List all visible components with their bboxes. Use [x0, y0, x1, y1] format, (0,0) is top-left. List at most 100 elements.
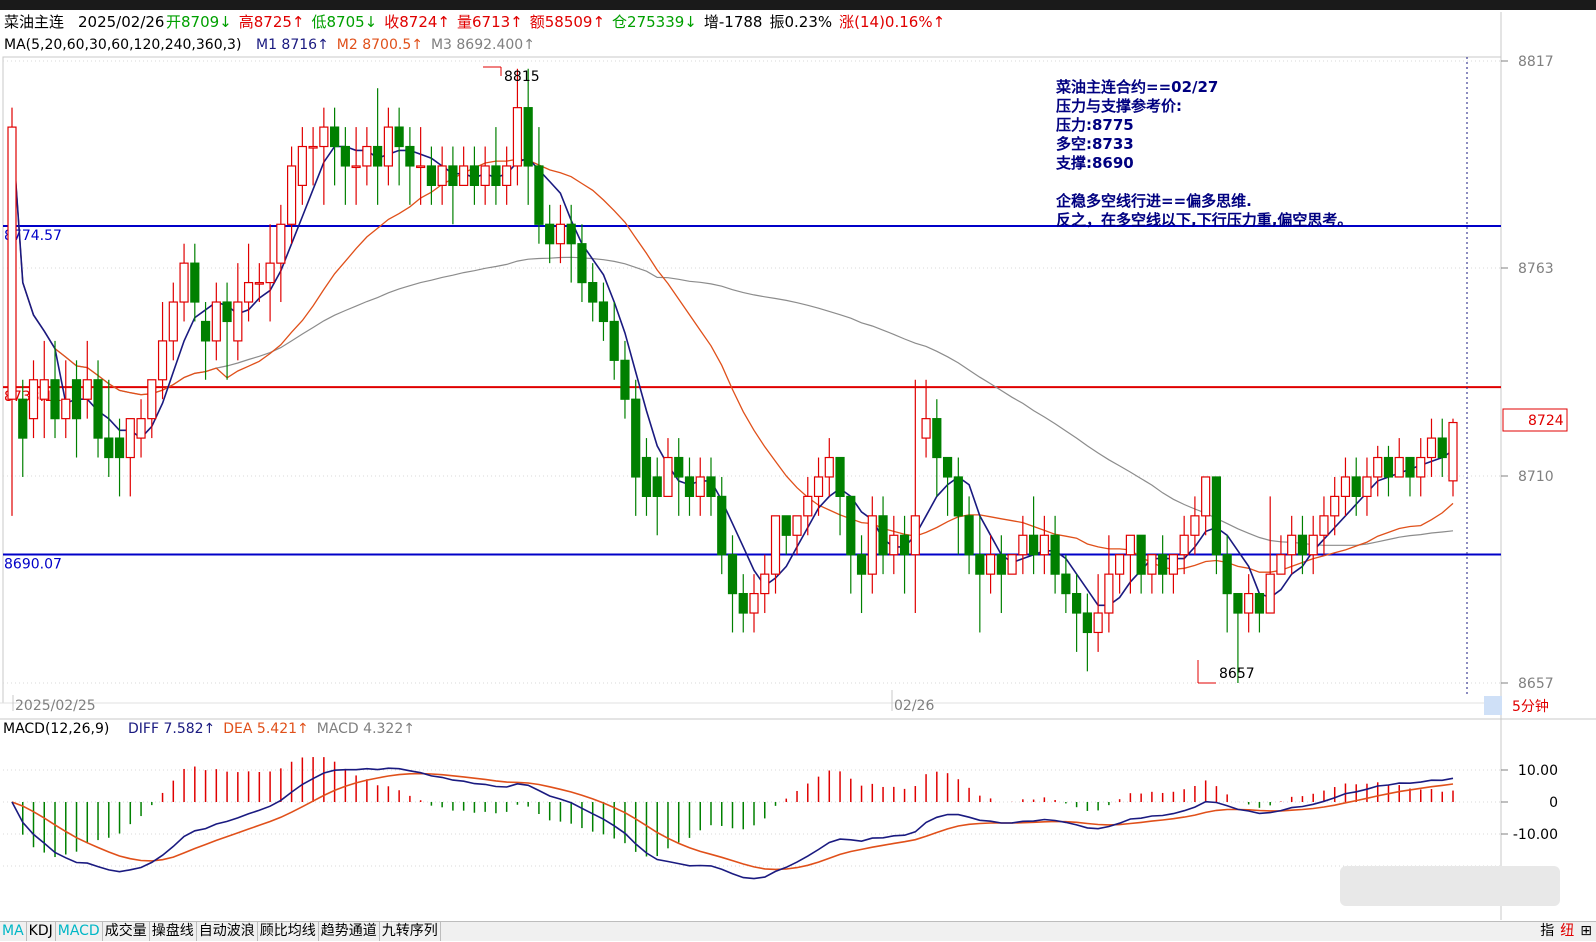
watermark-blur: [1340, 866, 1560, 906]
candle-86: [932, 399, 942, 497]
candle-130: [1405, 456, 1415, 497]
candle-body: [856, 554, 867, 575]
candle-85: [921, 379, 931, 458]
annotation-line-6: 企稳多空线行进==偏多思维.: [1055, 192, 1252, 210]
candle-96: [1039, 515, 1049, 575]
candle-body: [286, 165, 297, 225]
macd-legend-item-1: DEA 5.421↑: [223, 721, 308, 737]
candle-body: [1330, 495, 1340, 517]
indicator-tab-5[interactable]: 自动波浪: [197, 922, 258, 941]
candle-body: [179, 262, 189, 303]
candle-body: [577, 243, 587, 284]
candle-80: [867, 496, 877, 594]
candle-body: [835, 456, 845, 497]
candle-112: [1211, 476, 1222, 575]
candle-32: [351, 127, 361, 205]
candle-body: [910, 515, 920, 556]
candle-89: [964, 496, 974, 575]
indicator-tab-3[interactable]: 成交量: [103, 922, 150, 941]
candle-29: [319, 107, 329, 205]
high-label: 8815: [504, 69, 540, 85]
candle-122: [1319, 496, 1329, 555]
candle-108: [1168, 554, 1179, 594]
candle-body: [82, 379, 92, 400]
macd-axis: 10.00 0 -10.00: [1501, 763, 1558, 843]
candle-body: [803, 495, 813, 517]
candle-body: [469, 165, 480, 186]
candle-body: [781, 515, 791, 536]
candle-42: [459, 146, 469, 186]
right-control-0[interactable]: 指: [1540, 922, 1554, 941]
candle-body: [1158, 554, 1168, 575]
candle-109: [1179, 515, 1189, 575]
candle-body: [1319, 515, 1329, 536]
candle-body: [545, 223, 555, 245]
candle-body: [480, 165, 490, 186]
candle-body: [1168, 554, 1179, 575]
candle-body: [684, 476, 695, 497]
indicator-tab-7[interactable]: 趋势通道: [319, 922, 380, 941]
candle-99: [1072, 574, 1082, 652]
indicator-tab-6[interactable]: 顾比均线: [258, 922, 319, 941]
candle-body: [1136, 534, 1146, 575]
candle-body: [1405, 456, 1415, 478]
indicator-tab-4[interactable]: 操盘线: [150, 922, 197, 941]
candle-100: [1082, 593, 1092, 672]
macd-legend-item-2: MACD 4.322↑: [317, 721, 415, 737]
candle-body: [964, 515, 974, 556]
candle-134: [1448, 418, 1458, 497]
high-marker: 8815: [483, 66, 540, 85]
candle-body: [727, 554, 738, 595]
instrument-name: 菜油主连: [4, 13, 64, 31]
level-lines: 8774.578733.118690.07: [3, 224, 1501, 572]
candle-33: [362, 127, 372, 186]
candle-40: [437, 146, 447, 205]
annotation-line-4: 支撑:8690: [1055, 154, 1134, 172]
macd-legend-item-0: DIFF 7.582↑: [128, 721, 215, 737]
candle-body: [18, 398, 28, 439]
candle-body: [1265, 573, 1275, 614]
candle-body: [340, 145, 350, 167]
ma-legend-item-2: M3 8692.400↑: [431, 37, 535, 53]
candle-body: [114, 437, 125, 459]
candle-body: [1351, 476, 1361, 497]
candle-body: [61, 398, 71, 420]
candle-body: [1276, 554, 1286, 575]
indicator-tab-0[interactable]: MA: [0, 922, 27, 941]
header-item-8: 振0.23%: [769, 13, 832, 31]
right-control-1[interactable]: 纽: [1560, 922, 1574, 941]
candle-body: [706, 476, 716, 497]
candle-131: [1416, 438, 1426, 497]
indicator-tab-2[interactable]: MACD: [56, 922, 103, 941]
candle-body: [459, 165, 469, 186]
macd-legend-title: MACD(12,26,9): [3, 721, 109, 737]
right-control-2[interactable]: ⊞: [1580, 922, 1592, 941]
candle-74: [803, 476, 813, 536]
candle-18: [200, 302, 211, 380]
candle-body: [211, 301, 221, 342]
candle-48: [523, 68, 533, 205]
candle-body: [1244, 592, 1254, 614]
candle-7: [82, 340, 92, 419]
candle-133: [1437, 418, 1447, 477]
candle-body: [1018, 534, 1028, 556]
candle-body: [1082, 612, 1092, 634]
candle-body: [1211, 476, 1222, 556]
candle-46: [502, 146, 512, 205]
candle-41: [448, 146, 458, 225]
candle-39: [426, 146, 436, 205]
candle-body: [1072, 592, 1082, 614]
candle-129: [1394, 438, 1404, 478]
candle-25: [276, 204, 286, 303]
candle-body: [1039, 534, 1049, 556]
candle-94: [1018, 515, 1028, 575]
candle-72: [781, 515, 791, 555]
candle-95: [1029, 496, 1039, 575]
indicator-tab-8[interactable]: 九转序列: [380, 922, 441, 941]
candle-65: [706, 457, 716, 516]
candle-111: [1201, 476, 1211, 536]
indicator-tab-1[interactable]: KDJ: [27, 922, 56, 941]
candle-6: [71, 360, 82, 458]
candle-body: [921, 418, 931, 439]
candle-124: [1340, 457, 1351, 516]
